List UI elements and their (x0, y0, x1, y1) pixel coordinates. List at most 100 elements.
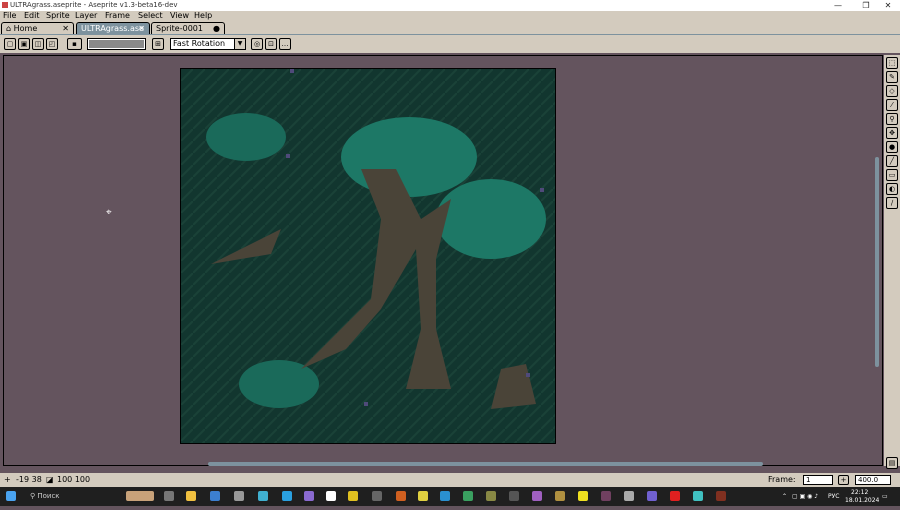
maximize-button[interactable]: ❐ (854, 0, 878, 11)
app-icon-12[interactable] (624, 491, 634, 501)
frame-input[interactable]: 1 (803, 475, 833, 485)
cursor-coordinates: -19 38 (16, 475, 42, 484)
app-icon-13[interactable] (647, 491, 657, 501)
zoom-tool-icon[interactable]: ⚲ (886, 113, 898, 125)
pencil-tool-icon[interactable]: ✎ (886, 71, 898, 83)
move-tool-icon[interactable]: ✥ (886, 127, 898, 139)
blur-tool-icon[interactable]: ◐ (886, 183, 898, 195)
edge-icon[interactable] (440, 491, 450, 501)
transparent-color-icon[interactable]: ▪ (67, 38, 82, 50)
telegram-icon[interactable] (282, 491, 292, 501)
tab-sprite-0001-label: Sprite-0001 (156, 24, 203, 33)
task-view-icon[interactable] (164, 491, 174, 501)
windows-start-icon[interactable] (6, 491, 16, 501)
app-icon-10[interactable] (578, 491, 588, 501)
aseprite-icon[interactable] (372, 491, 382, 501)
language-indicator[interactable]: РУС (828, 487, 839, 506)
brush-tool-icon[interactable]: ∕ (886, 197, 898, 209)
tab-home-close-icon[interactable]: ✕ (62, 23, 69, 35)
app-icon-3[interactable] (348, 491, 358, 501)
eyedropper-tool-icon[interactable]: ⁄ (886, 99, 898, 111)
minimize-button[interactable]: — (826, 0, 850, 11)
app-icon-5[interactable] (418, 491, 428, 501)
menu-bar: File Edit Sprite Layer Frame Select View… (0, 11, 900, 21)
horizontal-scrollbar[interactable] (5, 462, 875, 466)
tab-ultragrass-label: ULTRAgrass.ase (81, 24, 144, 33)
vertical-scroll-thumb[interactable] (875, 157, 879, 367)
mail-icon[interactable] (234, 491, 244, 501)
menu-file[interactable]: File (3, 11, 16, 21)
app-icon-2[interactable] (304, 491, 314, 501)
taskbar-search-placeholder: Поиск (37, 492, 60, 500)
more-options-icon[interactable]: … (279, 38, 291, 50)
new-frame-icon[interactable]: + (838, 475, 849, 485)
menu-help[interactable]: Help (194, 11, 212, 21)
tab-bar: ⌂ Home ✕ ULTRAgrass.ase ✕ Sprite-0001 ● (0, 21, 900, 35)
menu-layer[interactable]: Layer (75, 11, 97, 21)
snap-icon[interactable]: ⊡ (265, 38, 277, 50)
horizontal-scroll-thumb[interactable] (208, 462, 763, 466)
menu-edit[interactable]: Edit (24, 11, 40, 21)
selection-add-icon[interactable]: ▣ (18, 38, 30, 50)
selection-subtract-icon[interactable]: ◫ (32, 38, 44, 50)
tab-ultragrass[interactable]: ULTRAgrass.ase ✕ (76, 22, 150, 34)
marquee-tool-icon[interactable]: ⬚ (886, 57, 898, 69)
tab-ultragrass-close-icon[interactable]: ✕ (138, 23, 145, 35)
chevron-down-icon: ▼ (234, 39, 245, 49)
app-icon-8[interactable] (532, 491, 542, 501)
notifications-icon[interactable]: ▭ (882, 487, 888, 506)
rotation-algorithm-select[interactable]: Fast Rotation ▼ (170, 38, 246, 50)
menu-frame[interactable]: Frame (105, 11, 130, 21)
frame-label: Frame: (768, 475, 796, 484)
app-icon (2, 2, 8, 8)
selection-intersect-icon[interactable]: ◰ (46, 38, 58, 50)
auto-guides-icon[interactable]: ◎ (251, 38, 263, 50)
vertical-scrollbar[interactable] (875, 57, 879, 457)
crosshair-icon: + (4, 475, 11, 484)
tab-home[interactable]: ⌂ Home ✕ (1, 22, 74, 34)
pivot-icon[interactable]: ⊞ (152, 38, 164, 50)
app-icon-9[interactable] (555, 491, 565, 501)
close-window-button[interactable]: ✕ (876, 0, 900, 11)
tool-bar: ⬚ ✎ ◇ ⁄ ⚲ ✥ ● ╱ ▭ ◐ ∕ ▤ (884, 55, 900, 469)
heart-icon[interactable] (670, 491, 680, 501)
app-icon-14[interactable] (693, 491, 703, 501)
crosshair-cursor-icon: ⌖ (106, 207, 112, 218)
tab-home-label: Home (13, 24, 38, 33)
home-icon: ⌂ (6, 24, 14, 33)
taskbar-search[interactable]: ⚲ Поиск (24, 487, 120, 506)
clock-date[interactable]: 18.01.2024 (845, 491, 879, 510)
opacity-slider[interactable] (87, 38, 146, 50)
os-taskbar: ⚲ Поиск ⌃ ▢ ▣ ◉ ♪ РУС 22:12 18.01.2024 ▭ (0, 487, 900, 506)
app-icon-11[interactable] (601, 491, 611, 501)
app-icon-1[interactable] (258, 491, 268, 501)
store-icon[interactable] (210, 491, 220, 501)
app-icon-15[interactable] (716, 491, 726, 501)
window-titlebar: ULTRAgrass.aseprite - Aseprite v1.3-beta… (0, 0, 900, 11)
pixel-art-image (181, 69, 555, 443)
menu-select[interactable]: Select (138, 11, 163, 21)
file-explorer-icon[interactable] (186, 491, 196, 501)
chrome-icon[interactable] (463, 491, 473, 501)
selection-size-icon: ◪ (46, 475, 54, 484)
tray-icons[interactable]: ▢ ▣ ◉ ♪ (792, 487, 818, 506)
tab-sprite-0001[interactable]: Sprite-0001 ● (151, 22, 225, 34)
sprite-canvas[interactable] (180, 68, 556, 444)
fill-tool-icon[interactable]: ● (886, 141, 898, 153)
timeline-toggle-icon[interactable]: ▤ (886, 457, 898, 469)
selection-replace-icon[interactable]: ▢ (4, 38, 16, 50)
menu-sprite[interactable]: Sprite (46, 11, 70, 21)
menu-view[interactable]: View (170, 11, 189, 21)
app-icon-7[interactable] (509, 491, 519, 501)
rotation-algorithm-value: Fast Rotation (173, 39, 226, 48)
modified-dot-icon: ● (213, 24, 220, 33)
line-tool-icon[interactable]: ╱ (886, 155, 898, 167)
app-icon-4[interactable] (396, 491, 406, 501)
eraser-tool-icon[interactable]: ◇ (886, 85, 898, 97)
search-highlight-icon (126, 491, 154, 501)
window-title: ULTRAgrass.aseprite - Aseprite v1.3-beta… (10, 1, 178, 9)
rectangle-tool-icon[interactable]: ▭ (886, 169, 898, 181)
yandex-icon[interactable] (326, 491, 336, 501)
tray-chevron-icon[interactable]: ⌃ (782, 487, 787, 506)
app-icon-6[interactable] (486, 491, 496, 501)
